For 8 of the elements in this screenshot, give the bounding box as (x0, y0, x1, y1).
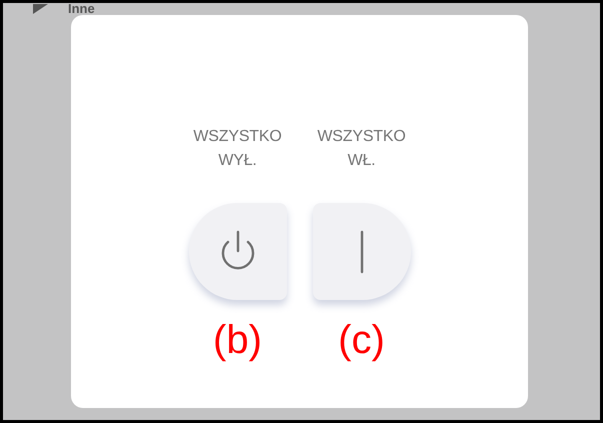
annotation-label: (c) (338, 317, 385, 364)
expand-arrow-icon (33, 4, 48, 14)
section-label: Inne (68, 3, 95, 15)
option-label: WSZYSTKO WŁ. (316, 127, 407, 171)
annotation-label: (b) (213, 317, 262, 364)
power-off-button[interactable] (188, 203, 286, 300)
option-label: WSZYSTKO WYŁ. (192, 127, 283, 171)
bar-icon (360, 230, 364, 274)
